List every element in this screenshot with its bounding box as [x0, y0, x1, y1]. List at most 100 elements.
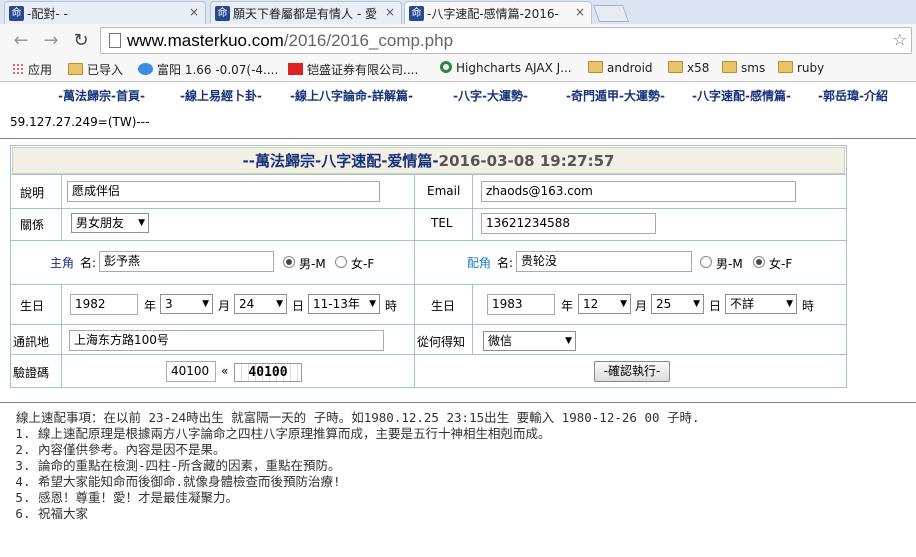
- bookmark-stock[interactable]: 富阳 1.66 -0.07(-4....: [138, 61, 278, 78]
- reload-icon[interactable]: ↻: [70, 30, 92, 52]
- close-tab-icon[interactable]: ×: [189, 5, 199, 19]
- bookmark-apps[interactable]: 应用: [12, 61, 52, 78]
- nav-qimen[interactable]: -奇門遁甲-大運勢-: [566, 87, 665, 104]
- divider: [0, 402, 916, 403]
- partner-male-radio[interactable]: [700, 256, 712, 268]
- tab-1[interactable]: 命 -配對- - ×: [4, 1, 206, 24]
- tab-label: -八字速配-感情篇-2016-: [427, 7, 559, 21]
- hour-unit: 時: [802, 299, 815, 313]
- main-name-input[interactable]: 彭予燕: [99, 251, 274, 272]
- bookmark-android[interactable]: android: [588, 61, 653, 75]
- partner-role-label: 配角: [467, 256, 492, 270]
- nav-bazi-detail[interactable]: -線上八字論命-詳解篇-: [290, 87, 413, 104]
- bookmarks-bar: 应用 已导入 富阳 1.66 -0.07(-4.... 铠盛证券有限公司....…: [0, 57, 916, 82]
- page-content: -萬法歸宗-首頁- -線上易經卜卦- -線上八字論命-詳解篇- -八字-大運勢-…: [0, 82, 916, 557]
- main-hour-select[interactable]: 11-13年 ▼: [308, 294, 380, 314]
- bookmark-x58[interactable]: x58: [668, 61, 709, 75]
- nav-bazi-fortune[interactable]: -八字-大運勢-: [453, 87, 528, 104]
- tel-input[interactable]: 13621234588: [481, 213, 656, 234]
- url-text[interactable]: www.masterkuo.com/2016/2016_comp.php: [127, 31, 453, 51]
- folder-icon: [722, 61, 737, 73]
- partner-hour-select[interactable]: 不詳 ▼: [725, 294, 797, 314]
- grid-line: [11, 324, 846, 325]
- match-form: --萬法歸宗-八字速配-爱情篇-2016-03-08 19:27:57 說明 愿…: [10, 145, 847, 388]
- nav-about[interactable]: -郭岳瑋-介紹: [818, 87, 888, 104]
- close-tab-icon[interactable]: ×: [385, 5, 395, 19]
- dropdown-arrow-icon: ▼: [202, 299, 209, 309]
- back-icon[interactable]: ←: [10, 30, 32, 52]
- dropdown-arrow-icon: ▼: [693, 299, 700, 309]
- grid-line: [11, 284, 846, 285]
- grid-line: [11, 240, 846, 241]
- folder-icon: [588, 61, 603, 73]
- partner-month-select[interactable]: 12 ▼: [578, 294, 631, 314]
- folder-icon: [68, 63, 83, 75]
- grid-line: [472, 284, 473, 354]
- forward-icon[interactable]: →: [40, 30, 62, 52]
- dropdown-arrow-icon: ▼: [276, 299, 283, 309]
- male-label: 男-M: [716, 257, 743, 271]
- nav-home[interactable]: -萬法歸宗-首頁-: [58, 87, 145, 104]
- captcha-input[interactable]: 40100: [166, 361, 216, 382]
- male-label: 男-M: [299, 257, 326, 271]
- partner-female-radio[interactable]: [753, 256, 765, 268]
- main-female-radio[interactable]: [335, 256, 347, 268]
- tab-strip: 命 -配對- - × 命 願天下眷屬都是有情人 - 愛 × 命 -八字速配-感情…: [0, 0, 916, 24]
- notes-heading: 線上速配事項：在以前 23-24時出生 就富隔一天的 子時。如1980.12.2…: [16, 410, 700, 425]
- site-favicon-icon: 命: [9, 6, 24, 21]
- divider: [0, 138, 916, 139]
- new-tab-button[interactable]: [592, 5, 630, 22]
- year-unit: 年: [144, 299, 157, 313]
- dropdown-arrow-icon: ▼: [786, 299, 793, 309]
- site-favicon-icon: 命: [215, 6, 230, 21]
- partner-day-select[interactable]: 25 ▼: [651, 294, 704, 314]
- list-item: 祝福大家: [38, 506, 700, 522]
- bookmark-star-icon[interactable]: ☆: [893, 30, 907, 49]
- desc-input[interactable]: 愿成伴侣: [67, 181, 380, 202]
- bookmark-highcharts[interactable]: Highcharts AJAX J...: [440, 61, 572, 75]
- captcha-image: 40100: [234, 363, 302, 382]
- day-unit: 日: [709, 299, 722, 313]
- bookmark-sms[interactable]: sms: [722, 61, 765, 75]
- grid-line: [61, 284, 62, 387]
- grid-line: [414, 174, 415, 387]
- female-label: 女-F: [769, 257, 793, 271]
- main-male-radio[interactable]: [283, 256, 295, 268]
- dropdown-arrow-icon: ▼: [369, 299, 376, 309]
- grid-line: [61, 174, 62, 240]
- main-month-select[interactable]: 3 ▼: [160, 294, 213, 314]
- bookmark-imported[interactable]: 已导入: [68, 61, 123, 78]
- site-favicon-icon: 命: [409, 6, 424, 21]
- submit-button[interactable]: -確認執行-: [594, 361, 670, 382]
- tab-2[interactable]: 命 願天下眷屬都是有情人 - 愛 ×: [210, 1, 402, 24]
- partner-name-input[interactable]: 贵轮没: [516, 251, 692, 272]
- main-day-select[interactable]: 24 ▼: [234, 294, 287, 314]
- dropdown-arrow-icon: ▼: [620, 299, 627, 309]
- nav-bazi-match[interactable]: -八字速配-感情篇-: [692, 87, 791, 104]
- bookmark-securities[interactable]: 铠盛证券有限公司....: [288, 61, 418, 78]
- source-label: 從何得知: [417, 335, 466, 349]
- address-bar[interactable]: www.masterkuo.com/2016/2016_comp.php ☆: [100, 27, 912, 54]
- list-item: 論命的重點在檢測-四柱-所含藏的因素，重點在預防。: [38, 458, 700, 474]
- address-label: 通訊地: [13, 335, 50, 349]
- tel-label: TEL: [431, 216, 453, 230]
- relation-select[interactable]: 男女朋友 ▼: [71, 213, 149, 233]
- address-input[interactable]: 上海东方路100号: [69, 330, 384, 351]
- source-select[interactable]: 微信 ▼: [483, 331, 576, 351]
- dropdown-arrow-icon: ▼: [138, 218, 145, 228]
- tab-3-active[interactable]: 命 -八字速配-感情篇-2016- ×: [404, 1, 592, 24]
- bookmark-ruby[interactable]: ruby: [778, 61, 824, 75]
- relation-label: 關係: [20, 218, 45, 232]
- main-year-input[interactable]: 1982: [70, 294, 138, 315]
- partner-year-input[interactable]: 1983: [487, 294, 555, 315]
- day-unit: 日: [292, 299, 305, 313]
- tab-label: 願天下眷屬都是有情人 - 愛: [233, 7, 377, 21]
- bookmark-icon: [288, 63, 303, 75]
- stock-icon: [138, 63, 153, 75]
- nav-iching[interactable]: -線上易經卜卦-: [180, 87, 262, 104]
- notes-list: 線上速配原理是根據兩方八字論命之四柱八字原理推算而成，主要是五行十神相生相剋而成…: [38, 426, 700, 522]
- close-tab-icon[interactable]: ×: [575, 5, 585, 19]
- email-input[interactable]: zhaods@163.com: [481, 181, 796, 202]
- grid-line: [11, 354, 846, 355]
- list-item: 希望大家能知命而後御命.就像身體檢查而後預防治療!: [38, 474, 700, 490]
